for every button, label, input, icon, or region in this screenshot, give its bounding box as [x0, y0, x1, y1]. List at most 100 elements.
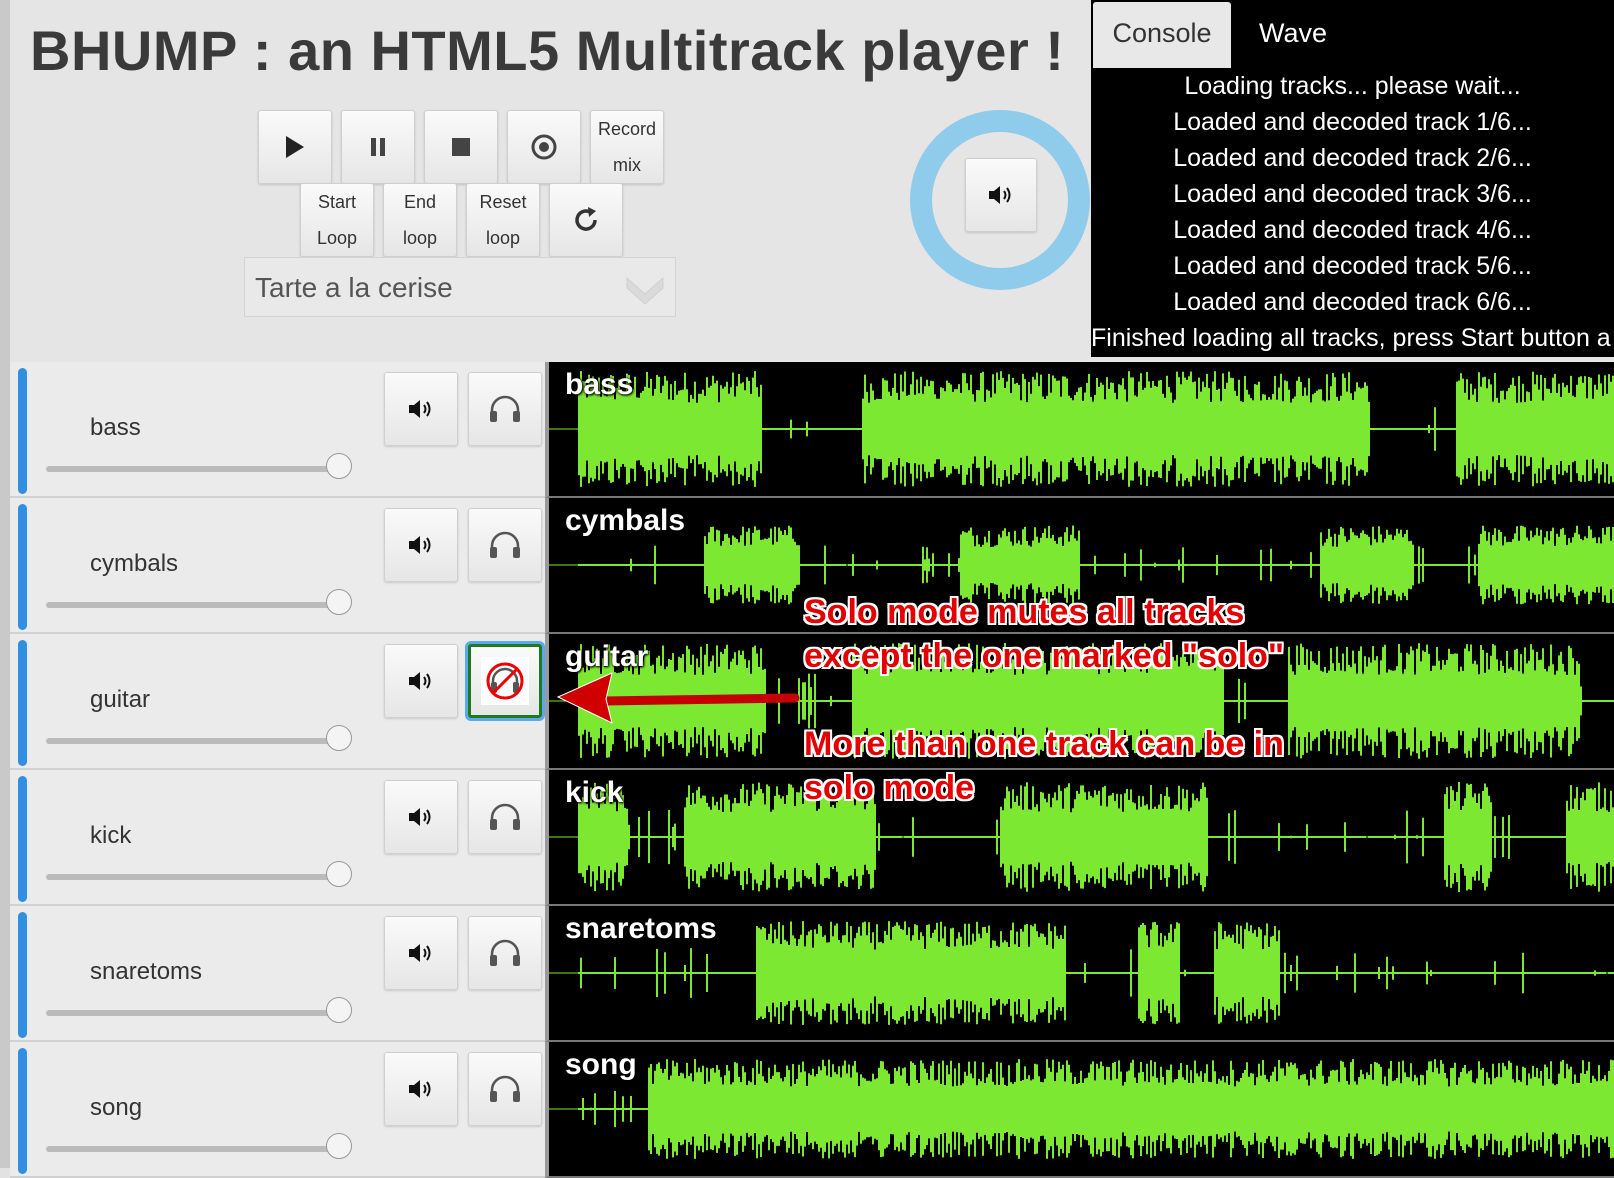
- track-name: kick: [90, 822, 132, 849]
- volume-icon: [409, 944, 431, 962]
- volume-icon: [409, 400, 431, 418]
- track-name: song: [90, 1094, 143, 1121]
- pause-button[interactable]: [341, 110, 415, 184]
- track-mute-button[interactable]: [384, 1052, 458, 1126]
- track-name: bass: [90, 414, 141, 441]
- chevron-down-icon: [626, 276, 664, 305]
- record-mix-label-1: Record: [597, 119, 657, 139]
- track-solo-button[interactable]: [468, 780, 542, 854]
- track-row: bass bass: [10, 362, 1614, 498]
- track-color-bar: [18, 504, 27, 630]
- end-loop-button[interactable]: End loop: [383, 183, 457, 257]
- track-name: snaretoms: [90, 958, 203, 985]
- track-color-bar: [18, 912, 27, 1038]
- annotation-arrow: [556, 672, 800, 724]
- track-volume-slider[interactable]: [46, 1146, 346, 1152]
- stop-button[interactable]: [424, 110, 498, 184]
- track-waveform: snaretoms: [545, 906, 1614, 1042]
- track-color-bar: [18, 640, 27, 766]
- end-loop-label-1: End: [403, 192, 437, 212]
- track-mute-button[interactable]: [384, 508, 458, 582]
- waveform-graphic: [549, 371, 1614, 487]
- waveform-label: song: [565, 1048, 637, 1081]
- volume-icon: [409, 808, 431, 826]
- track-solo-button[interactable]: [468, 916, 542, 990]
- track-mute-button[interactable]: [384, 916, 458, 990]
- track-controls: kick: [10, 770, 545, 906]
- record-mix-button[interactable]: Record mix: [590, 110, 664, 184]
- end-loop-label-2: loop: [402, 228, 438, 248]
- volume-icon: [409, 1080, 431, 1098]
- headphones-icon: [490, 531, 520, 558]
- track-volume-slider[interactable]: [46, 738, 346, 744]
- waveform-graphic: [549, 782, 1614, 892]
- track-waveform: kick: [545, 770, 1614, 906]
- waveform-path: [578, 1059, 1614, 1159]
- track-volume-knob[interactable]: [326, 725, 352, 751]
- console-line: Loaded and decoded track 4/6...: [1173, 216, 1532, 244]
- record-button[interactable]: [507, 110, 581, 184]
- track-volume-slider[interactable]: [46, 602, 346, 608]
- track-mute-button[interactable]: [384, 780, 458, 854]
- track-color-bar: [18, 776, 27, 902]
- reset-loop-label-1: Reset: [479, 192, 527, 212]
- console-line: Loaded and decoded track 6/6...: [1173, 288, 1532, 316]
- start-loop-button[interactable]: Start Loop: [300, 183, 374, 257]
- track-volume-slider[interactable]: [46, 874, 346, 880]
- track-volume-knob[interactable]: [326, 453, 352, 479]
- replay-button[interactable]: [549, 183, 623, 257]
- start-loop-label-1: Start: [317, 192, 356, 212]
- reset-loop-label-2: loop: [485, 228, 521, 248]
- console-line: Loaded and decoded track 1/6...: [1173, 108, 1532, 136]
- play-icon: [286, 136, 304, 158]
- track-name: cymbals: [90, 550, 179, 577]
- track-volume-slider[interactable]: [46, 466, 346, 472]
- waveform-label: kick: [565, 776, 624, 809]
- console-line: Loaded and decoded track 5/6...: [1173, 252, 1532, 280]
- track-solo-button[interactable]: [468, 508, 542, 582]
- waveform-path: [578, 371, 1614, 487]
- tab-console[interactable]: Console: [1093, 2, 1231, 68]
- headphones-icon: [490, 1075, 520, 1102]
- track-solo-button[interactable]: [468, 1052, 542, 1126]
- song-select-value: Tarte a la cerise: [255, 272, 453, 303]
- track-solo-button[interactable]: [468, 372, 542, 446]
- waveform-path: [578, 921, 1614, 1025]
- solo-indicator: [481, 657, 529, 705]
- record-mix-label-2: mix: [613, 155, 641, 175]
- stop-icon: [452, 138, 470, 156]
- track-row: song song: [10, 1042, 1614, 1178]
- headphones-icon: [490, 803, 520, 830]
- song-select[interactable]: Tarte a la cerise: [244, 257, 676, 317]
- annotation-line: solo mode: [804, 769, 975, 807]
- track-volume-knob[interactable]: [326, 589, 352, 615]
- waveform-path: [578, 782, 1614, 892]
- track-controls: guitar: [10, 634, 545, 770]
- track-volume-knob[interactable]: [326, 861, 352, 887]
- volume-icon: [989, 186, 1011, 204]
- track-controls: snaretoms: [10, 906, 545, 1042]
- track-mute-button[interactable]: [384, 644, 458, 718]
- track-volume-knob[interactable]: [326, 997, 352, 1023]
- console-line: Loaded and decoded track 2/6...: [1173, 144, 1532, 172]
- track-mute-button[interactable]: [384, 372, 458, 446]
- track-color-bar: [18, 1048, 27, 1174]
- record-icon: [531, 134, 557, 160]
- track-waveform: bass: [545, 362, 1614, 498]
- page-title: BHUMP : an HTML5 Multitrack player !: [30, 19, 1065, 82]
- tab-wave[interactable]: Wave: [1233, 2, 1353, 68]
- track-controls: song: [10, 1042, 545, 1178]
- track-volume-knob[interactable]: [326, 1133, 352, 1159]
- track-waveform: song: [545, 1042, 1614, 1178]
- reset-loop-button[interactable]: Reset loop: [466, 183, 540, 257]
- track-row: snaretoms snaretoms: [10, 906, 1614, 1042]
- headphones-muted-icon: [486, 662, 524, 700]
- annotation-line: More than one track can be in: [804, 725, 1284, 763]
- console-line: Loaded and decoded track 3/6...: [1173, 180, 1532, 208]
- track-solo-button[interactable]: [468, 644, 542, 718]
- master-volume-button[interactable]: [965, 158, 1037, 232]
- waveform-label: snaretoms: [565, 912, 717, 945]
- track-controls: cymbals: [10, 498, 545, 634]
- track-volume-slider[interactable]: [46, 1010, 346, 1016]
- play-button[interactable]: [258, 110, 332, 184]
